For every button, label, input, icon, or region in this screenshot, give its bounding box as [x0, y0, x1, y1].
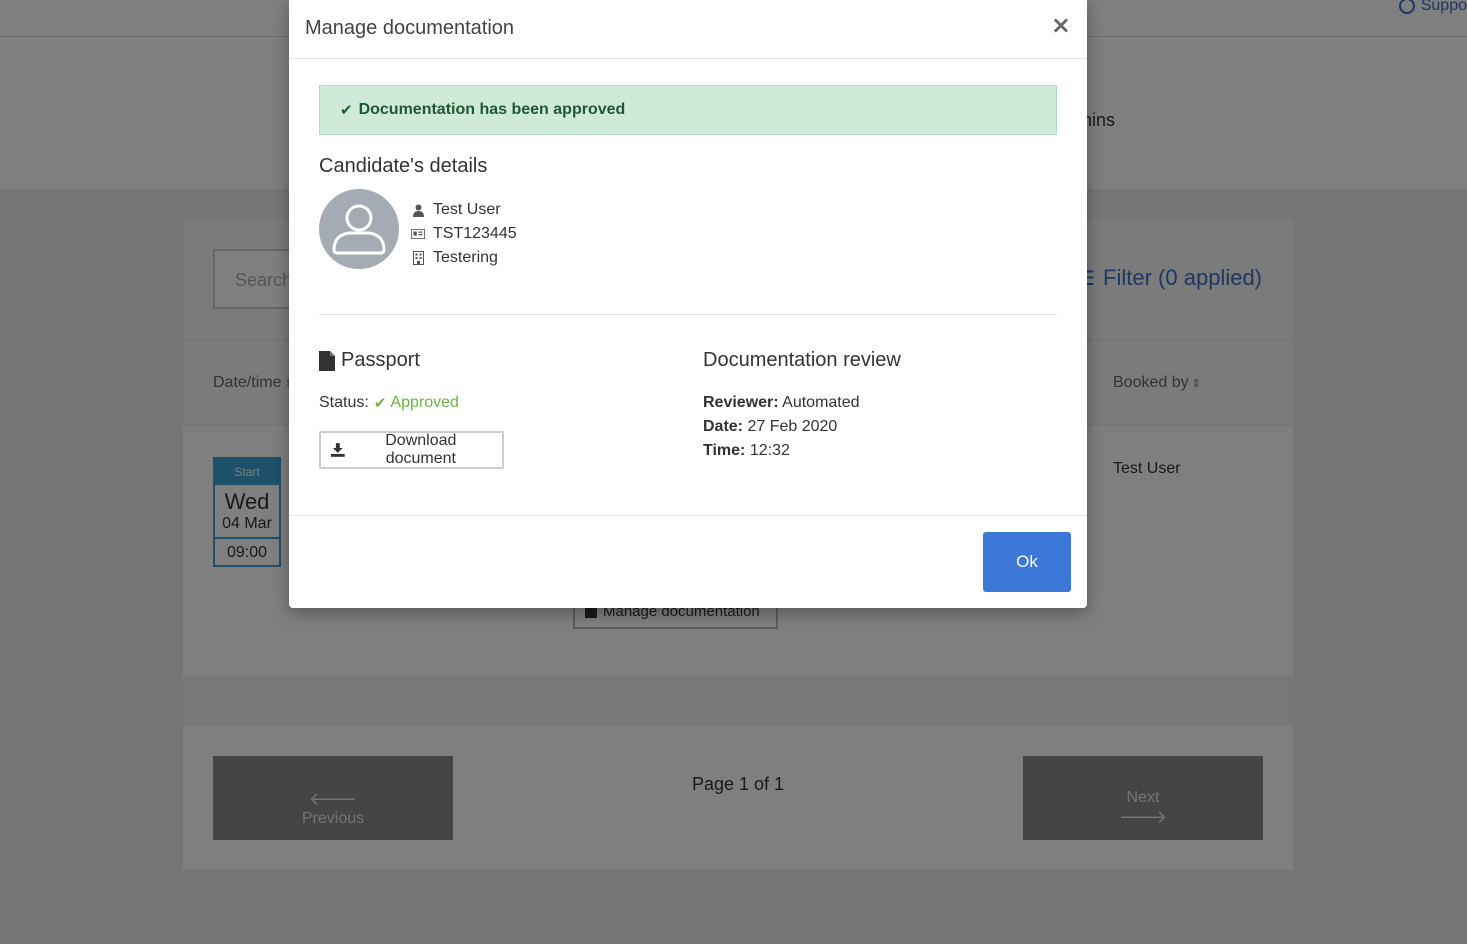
checkmark-icon: ✔: [373, 394, 387, 412]
passport-status: Status: ✔ Approved: [319, 394, 459, 412]
candidate-id: TST123445: [433, 225, 517, 242]
status-label: Status:: [319, 394, 369, 411]
section-divider: [319, 314, 1057, 315]
review-time-label: Time:: [703, 442, 746, 459]
alert-text: Documentation has been approved: [358, 101, 626, 118]
building-icon: [411, 251, 425, 265]
manage-documentation-modal: Manage documentation × ✔ Documentation h…: [289, 0, 1087, 608]
file-icon: [319, 350, 335, 371]
checkmark-icon: ✔: [340, 101, 353, 119]
passport-heading: Passport: [319, 349, 420, 372]
passport-heading-label: Passport: [341, 349, 420, 371]
download-document-button[interactable]: Download document: [319, 431, 504, 469]
status-value-text: Approved: [390, 394, 459, 411]
review-date-row: Date: 27 Feb 2020: [703, 417, 860, 441]
download-document-label: Download document: [385, 432, 457, 467]
user-avatar-icon: [319, 189, 399, 269]
candidate-organisation: Testering: [433, 249, 498, 266]
candidate-info: Test User TST123445 Testering: [411, 198, 517, 270]
review-info: Reviewer: Automated Date: 27 Feb 2020 Ti…: [703, 393, 860, 465]
modal-header: Manage documentation ×: [289, 0, 1087, 59]
reviewer-value: Automated: [782, 394, 860, 411]
review-time-row: Time: 12:32: [703, 441, 860, 465]
modal-title: Manage documentation: [305, 17, 515, 39]
review-heading: Documentation review: [703, 349, 901, 371]
ok-button[interactable]: Ok: [983, 532, 1071, 592]
user-icon: [411, 204, 425, 217]
candidate-name: Test User: [433, 201, 501, 218]
status-value: ✔ Approved: [374, 394, 459, 412]
candidate-heading: Candidate's details: [319, 155, 488, 177]
review-date-value: 27 Feb 2020: [747, 418, 838, 435]
download-icon: [331, 443, 345, 457]
modal-footer-divider: [289, 515, 1087, 516]
candidate-org-row: Testering: [411, 246, 517, 270]
id-card-icon: [411, 228, 425, 240]
review-time-value: 12:32: [749, 442, 790, 459]
reviewer-label: Reviewer:: [703, 394, 779, 411]
avatar: [319, 189, 399, 269]
review-date-label: Date:: [703, 418, 744, 435]
candidate-id-row: TST123445: [411, 222, 517, 246]
success-alert: ✔ Documentation has been approved: [319, 85, 1057, 135]
candidate-name-row: Test User: [411, 198, 517, 222]
close-icon[interactable]: ×: [1051, 13, 1071, 37]
reviewer-row: Reviewer: Automated: [703, 393, 860, 417]
